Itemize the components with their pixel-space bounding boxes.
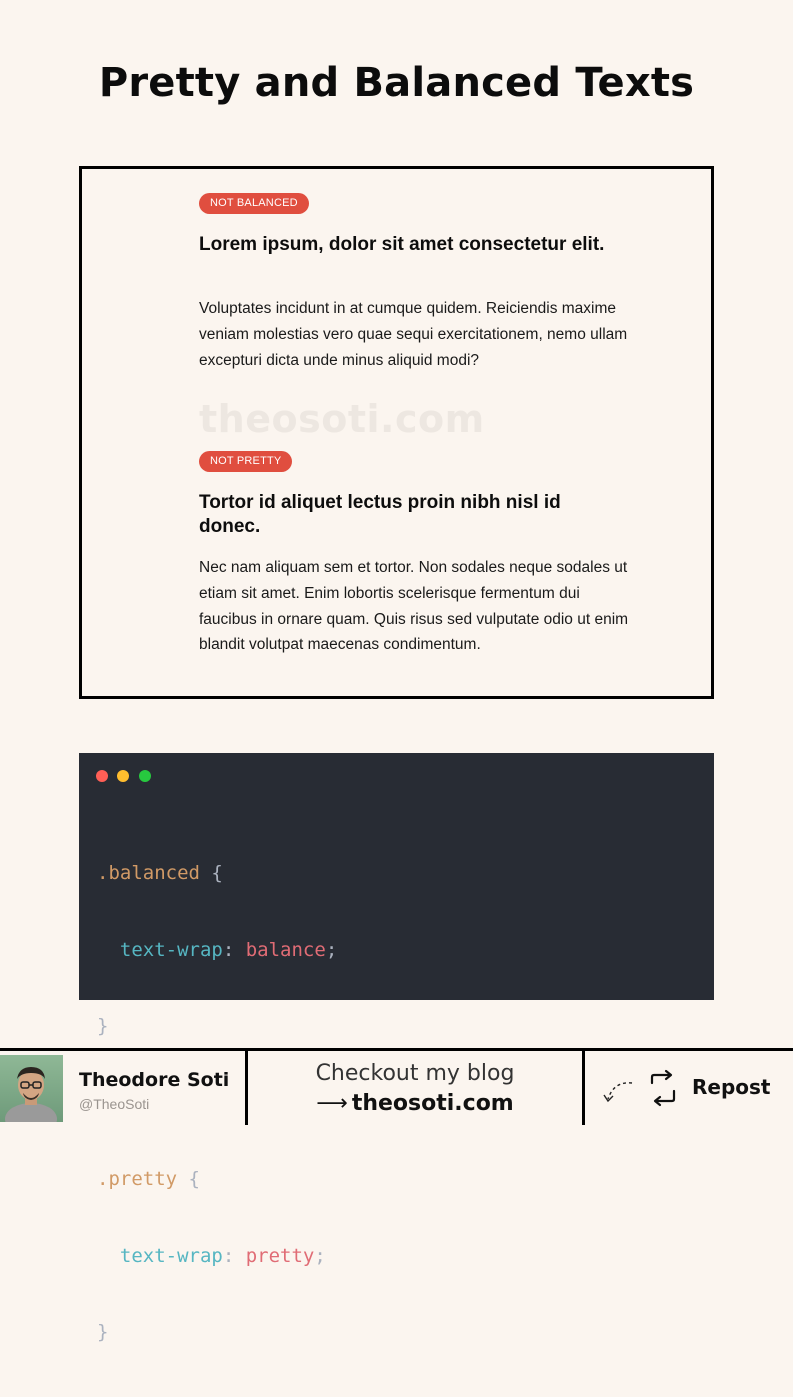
arrow-right-icon: ⟶ bbox=[316, 1091, 348, 1116]
code-line: text-wrap: balance; bbox=[97, 938, 337, 964]
demo-heading-balanced: Lorem ipsum, dolor sit amet consectetur … bbox=[199, 234, 605, 255]
code-semicolon: ; bbox=[325, 938, 338, 961]
repost-button[interactable]: Repost bbox=[600, 1069, 780, 1109]
code-selector: .pretty bbox=[97, 1168, 178, 1190]
curved-arrow-icon bbox=[603, 1082, 633, 1103]
footer-divider bbox=[582, 1051, 585, 1125]
code-value: pretty bbox=[245, 1244, 315, 1267]
code-semicolon: ; bbox=[314, 1244, 326, 1267]
author-name[interactable]: Theodore Soti bbox=[79, 1069, 229, 1091]
footer-bar: Theodore Soti @TheoSoti Checkout my blog… bbox=[0, 1048, 793, 1125]
avatar[interactable] bbox=[0, 1055, 63, 1122]
window-close-dot bbox=[96, 770, 108, 782]
author-handle[interactable]: @TheoSoti bbox=[79, 1096, 149, 1112]
code-window: .balanced { text-wrap: balance; } .prett… bbox=[79, 753, 714, 1343]
blog-link[interactable]: ⟶ theosoti.com bbox=[248, 1091, 582, 1116]
code-brace: { bbox=[199, 862, 223, 884]
window-maximize-dot bbox=[139, 770, 151, 782]
window-minimize-dot bbox=[117, 770, 129, 782]
code-line: .pretty { bbox=[97, 1167, 337, 1193]
demo-paragraph-balanced: Voluptates incidunt in at cumque quidem.… bbox=[199, 300, 628, 369]
demo-paragraph-pretty: Nec nam aliquam sem et tortor. Non sodal… bbox=[199, 559, 629, 654]
page-title: Pretty and Balanced Texts bbox=[98, 60, 695, 106]
blog-url[interactable]: theosoti.com bbox=[352, 1091, 514, 1116]
watermark: theosoti.com bbox=[199, 397, 485, 441]
code-property: text-wrap bbox=[119, 1244, 223, 1267]
code-line: .balanced { bbox=[97, 861, 337, 887]
code-property: text-wrap bbox=[119, 938, 223, 961]
demo-heading-pretty: Tortor id aliquet lectus proin nibh nisl… bbox=[199, 492, 561, 537]
repost-icon bbox=[650, 1069, 676, 1107]
code-colon: : bbox=[222, 1244, 246, 1267]
text-demo-panel: theosoti.com NOT BALANCED Lorem ipsum, d… bbox=[79, 166, 714, 699]
code-value: balance bbox=[245, 938, 326, 961]
not-pretty-badge: NOT PRETTY bbox=[199, 451, 293, 472]
code-line: text-wrap: pretty; bbox=[97, 1244, 337, 1270]
repost-label[interactable]: Repost bbox=[692, 1075, 771, 1099]
code-brace: { bbox=[177, 1168, 200, 1190]
code-brace: } bbox=[97, 1321, 109, 1343]
code-line: } bbox=[97, 1320, 337, 1346]
code-line: } bbox=[97, 1014, 337, 1040]
code-brace: } bbox=[97, 1015, 109, 1037]
code-colon: : bbox=[222, 938, 246, 961]
blog-cta-text: Checkout my blog bbox=[315, 1061, 515, 1086]
not-balanced-badge: NOT BALANCED bbox=[199, 193, 309, 214]
code-selector: .balanced bbox=[97, 862, 200, 884]
